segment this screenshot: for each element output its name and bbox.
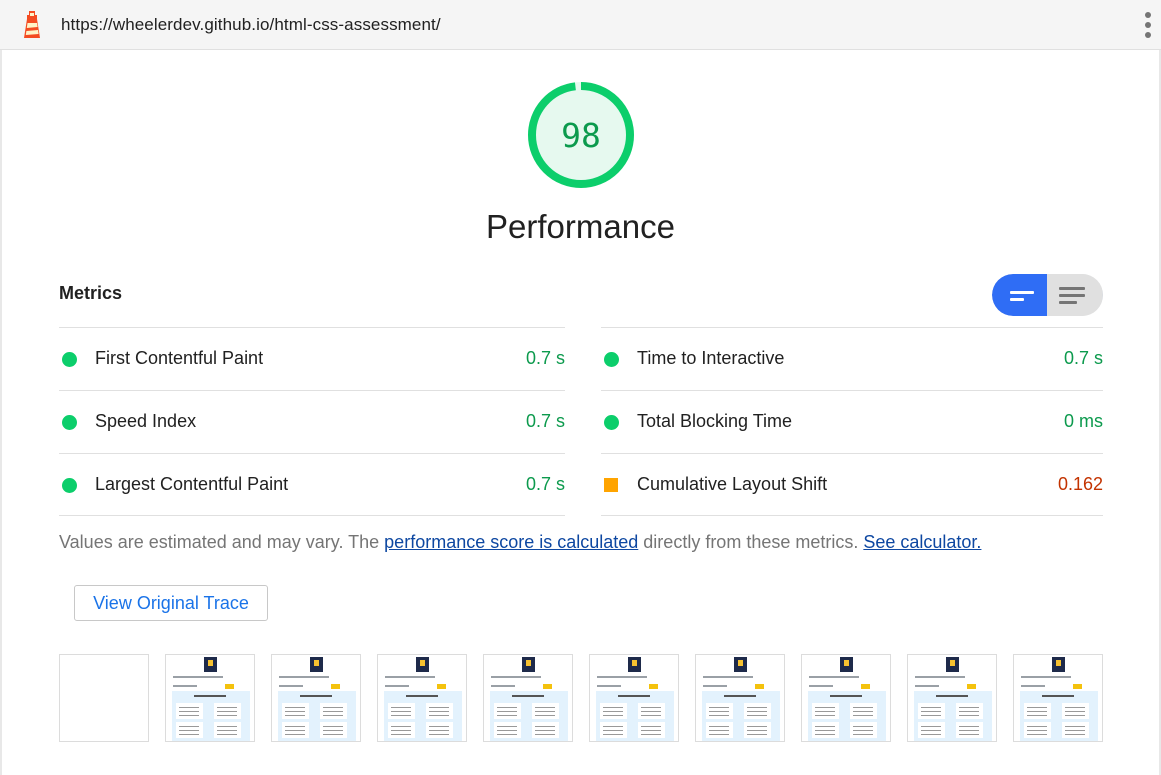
filmstrip-frame: [59, 654, 149, 742]
expanded-view-icon[interactable]: [1047, 274, 1102, 316]
note-prefix: Values are estimated and may vary. The: [59, 532, 385, 552]
view-original-trace-button[interactable]: View Original Trace: [74, 585, 268, 621]
metric-first-contentful-paint: First Contentful Paint 0.7 s: [59, 327, 565, 390]
metric-value: 0.162: [1057, 474, 1103, 494]
metric-speed-index: Speed Index 0.7 s: [59, 390, 565, 453]
pass-indicator-icon: [62, 352, 77, 367]
metrics-view-toggle[interactable]: [992, 274, 1103, 316]
metric-name: First Contentful Paint: [95, 348, 264, 368]
metric-name: Cumulative Layout Shift: [637, 474, 828, 494]
filmstrip-frame: [695, 654, 785, 742]
note-middle: directly from these metrics.: [638, 532, 864, 552]
metric-value: 0.7 s: [525, 411, 565, 431]
metric-name: Largest Contentful Paint: [95, 474, 289, 494]
performance-score: 98: [561, 115, 601, 155]
frame-border-left: [0, 50, 2, 775]
filmstrip-frame: [907, 654, 997, 742]
estimate-note: Values are estimated and may vary. The p…: [59, 532, 981, 553]
pass-indicator-icon: [604, 415, 619, 430]
metric-value: 0.7 s: [1063, 348, 1103, 368]
metrics-header: Metrics: [59, 283, 123, 303]
more-vert-icon[interactable]: [1140, 10, 1156, 40]
see-calculator-link[interactable]: See calculator.: [863, 532, 981, 552]
filmstrip-frame: [165, 654, 255, 742]
score-calculation-link[interactable]: performance score is calculated: [384, 532, 638, 552]
metrics-column-left: First Contentful Paint 0.7 s Speed Index…: [59, 327, 565, 516]
filmstrip-frame: [377, 654, 467, 742]
metric-value: 0.7 s: [525, 348, 565, 368]
filmstrip-frame: [483, 654, 573, 742]
metric-value: 0.7 s: [525, 474, 565, 494]
report-url-bar: https://wheelerdev.github.io/html-css-as…: [0, 0, 1161, 50]
metrics-column-right: Time to Interactive 0.7 s Total Blocking…: [601, 327, 1103, 516]
average-indicator-icon: [604, 478, 618, 492]
metric-name: Speed Index: [95, 411, 197, 431]
lighthouse-icon: [24, 11, 40, 38]
pass-indicator-icon: [62, 415, 77, 430]
pass-indicator-icon: [604, 352, 619, 367]
filmstrip-frame: [271, 654, 361, 742]
metric-value: 0 ms: [1063, 411, 1103, 431]
filmstrip: [59, 654, 1103, 742]
pass-indicator-icon: [62, 478, 77, 493]
metric-name: Total Blocking Time: [637, 411, 793, 431]
metric-largest-contentful-paint: Largest Contentful Paint 0.7 s: [59, 453, 565, 516]
compact-view-icon[interactable]: [992, 274, 1047, 316]
filmstrip-frame: [589, 654, 679, 742]
filmstrip-frame: [801, 654, 891, 742]
metric-total-blocking-time: Total Blocking Time 0 ms: [601, 390, 1103, 453]
metric-cumulative-layout-shift: Cumulative Layout Shift 0.162: [601, 453, 1103, 516]
report-url: https://wheelerdev.github.io/html-css-as…: [61, 15, 441, 34]
metric-name: Time to Interactive: [637, 348, 785, 368]
metric-time-to-interactive: Time to Interactive 0.7 s: [601, 327, 1103, 390]
category-title: Performance: [486, 208, 675, 245]
filmstrip-frame: [1013, 654, 1103, 742]
